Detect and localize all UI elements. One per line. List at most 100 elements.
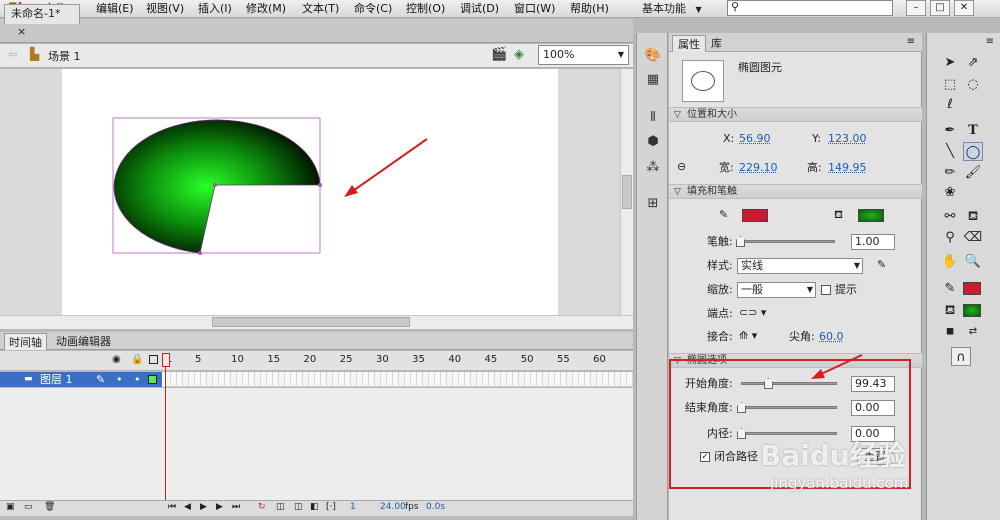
menu-item[interactable]: 文本(T) xyxy=(302,0,339,18)
scroll-thumb[interactable] xyxy=(212,317,410,327)
zoom-select[interactable]: 100% ▼ xyxy=(538,45,629,65)
components-panel-icon[interactable]: ⊞ xyxy=(643,195,663,213)
free-transform-tool-icon[interactable]: ⬚ xyxy=(940,75,960,94)
onion-markers-icon[interactable]: [·] xyxy=(326,502,336,512)
minimize-button[interactable]: – xyxy=(906,0,926,16)
pen-tool-icon[interactable]: ✒ xyxy=(940,121,960,140)
loop-icon[interactable]: ↻ xyxy=(258,502,266,512)
cap-round-icon[interactable]: ⊂⊃ ▾ xyxy=(739,306,766,319)
back-arrow-icon[interactable]: ⇦ xyxy=(8,48,17,61)
menu-item[interactable]: 视图(V) xyxy=(146,0,184,18)
menu-item[interactable]: 调试(D) xyxy=(460,0,499,18)
lasso-tool-icon[interactable]: ℓ xyxy=(940,95,960,114)
info-panel-icon[interactable]: ⬢ xyxy=(643,133,663,151)
layer-item[interactable]: ▬ 图层 1 ✎ • • xyxy=(0,372,162,387)
stroke-width-slider[interactable] xyxy=(737,240,835,243)
panel-menu-icon[interactable]: ≡ xyxy=(986,36,994,47)
subselection-tool-icon[interactable]: ⇗ xyxy=(963,53,983,72)
tab-library[interactable]: 库 xyxy=(706,35,727,52)
selection-tool-icon[interactable]: ➤ xyxy=(940,53,960,72)
menu-item[interactable]: 控制(O) xyxy=(406,0,445,18)
next-frame-icon[interactable]: ▶ xyxy=(216,502,223,512)
close-button[interactable]: ✕ xyxy=(954,0,974,16)
eyedropper-tool-icon[interactable]: ⚲ xyxy=(940,228,960,247)
align-panel-icon[interactable]: ⫴ xyxy=(643,109,663,127)
join-icon[interactable]: ⟰ ▾ xyxy=(739,329,757,342)
section-position-size[interactable]: 位置和大小 xyxy=(669,107,922,122)
frame-rate[interactable]: 24.00 xyxy=(380,502,406,512)
pencil-icon[interactable]: ✎ xyxy=(96,372,105,387)
tool-fill-color-swatch[interactable] xyxy=(963,304,981,317)
eraser-tool-icon[interactable]: ⌫ xyxy=(963,228,983,247)
search-input[interactable]: ⚲ xyxy=(727,0,893,16)
tab-motion-editor[interactable]: 动画编辑器 xyxy=(52,333,115,350)
width-value[interactable]: 229.10 xyxy=(739,160,778,176)
tool-stroke-color-swatch[interactable] xyxy=(963,282,981,295)
play-icon[interactable]: ▶ xyxy=(200,502,207,512)
menu-item[interactable]: 命令(C) xyxy=(354,0,392,18)
last-frame-icon[interactable]: ⏭ xyxy=(232,502,240,512)
y-value[interactable]: 123.00 xyxy=(828,131,867,147)
eye-icon[interactable]: ◉ xyxy=(112,354,121,365)
3d-rotation-tool-icon[interactable]: ◌ xyxy=(963,75,983,94)
style-dropdown[interactable]: 实线 xyxy=(737,258,863,274)
transform-panel-icon[interactable]: ⁂ xyxy=(643,159,663,177)
hint-checkbox[interactable] xyxy=(821,285,831,295)
swap-colors-icon[interactable]: ⇄ xyxy=(963,322,983,341)
oval-primitive-shape[interactable] xyxy=(113,119,321,254)
playhead[interactable] xyxy=(162,353,170,367)
close-icon[interactable]: × xyxy=(17,25,26,38)
paint-bucket-tool-icon[interactable]: ⛾ xyxy=(963,207,983,226)
shape-handle[interactable] xyxy=(213,183,217,187)
stroke-color-swatch[interactable] xyxy=(742,209,768,222)
outline-color-swatch[interactable] xyxy=(148,375,157,384)
deco-tool-icon[interactable]: ❀ xyxy=(940,183,960,202)
outline-icon[interactable] xyxy=(149,355,158,364)
brush-tool-icon[interactable]: 🖌 xyxy=(963,163,983,182)
section-fill-stroke[interactable]: 填充和笔触 xyxy=(669,184,922,199)
scroll-thumb[interactable] xyxy=(622,175,632,209)
delete-icon[interactable]: 🗑 xyxy=(44,502,55,512)
stroke-width-input[interactable]: 1.00 xyxy=(851,234,895,250)
pencil-tool-icon[interactable]: ✏ xyxy=(940,163,960,182)
menu-item[interactable]: 插入(I) xyxy=(198,0,232,18)
workspace-switcher[interactable]: 基本功能 ▼ xyxy=(642,0,720,17)
default-colors-icon[interactable]: ◼ xyxy=(940,322,960,341)
lock-icon[interactable]: 🔒 xyxy=(131,354,143,365)
stroke-width-slider-thumb[interactable] xyxy=(736,236,745,247)
prev-frame-icon[interactable]: ◀ xyxy=(184,502,191,512)
snap-to-objects-icon[interactable]: ∩ xyxy=(951,347,971,366)
horizontal-scrollbar[interactable] xyxy=(0,315,633,329)
height-value[interactable]: 149.95 xyxy=(828,160,867,176)
tab-properties[interactable]: 属性 xyxy=(672,35,706,52)
tab-timeline[interactable]: 时间轴 xyxy=(4,333,47,350)
scale-dropdown[interactable]: 一般 xyxy=(737,282,816,298)
edit-multiple-icon[interactable]: ◧ xyxy=(310,502,319,512)
maximize-button[interactable]: □ xyxy=(930,0,950,16)
onion-skin-icon[interactable]: ◫ xyxy=(276,502,285,512)
x-value[interactable]: 56.90 xyxy=(739,131,771,147)
edit-stroke-style-icon[interactable]: ✎ xyxy=(877,258,886,271)
line-tool-icon[interactable]: ╲ xyxy=(940,142,960,161)
menu-item[interactable]: 窗口(W) xyxy=(514,0,555,18)
new-layer-icon[interactable]: ▣ xyxy=(6,502,15,512)
oval-primitive-tool-icon[interactable]: ◯ xyxy=(963,142,983,161)
edit-symbol-icon[interactable]: ◈ xyxy=(514,47,524,62)
vertical-scrollbar[interactable] xyxy=(620,69,633,315)
shape-handle[interactable] xyxy=(318,183,322,187)
new-folder-icon[interactable]: ▭ xyxy=(24,502,33,512)
menu-item[interactable]: 修改(M) xyxy=(246,0,286,18)
frames-area[interactable] xyxy=(165,372,633,387)
zoom-tool-icon[interactable]: 🔍 xyxy=(963,252,983,271)
panel-menu-icon[interactable]: ≡ xyxy=(907,36,915,47)
bone-tool-icon[interactable]: ⚯ xyxy=(940,207,960,226)
document-tab[interactable]: 未命名-1* × xyxy=(4,4,80,38)
swatches-panel-icon[interactable]: ▦ xyxy=(643,71,663,89)
fill-color-swatch[interactable] xyxy=(858,209,884,222)
text-tool-icon[interactable]: T xyxy=(963,121,983,140)
onion-outline-icon[interactable]: ◫ xyxy=(294,502,303,512)
visibility-dot[interactable]: • xyxy=(116,372,123,387)
miter-value[interactable]: 60.0 xyxy=(819,329,844,345)
lock-dot[interactable]: • xyxy=(134,372,141,387)
color-panel-icon[interactable]: 🎨 xyxy=(643,47,663,65)
